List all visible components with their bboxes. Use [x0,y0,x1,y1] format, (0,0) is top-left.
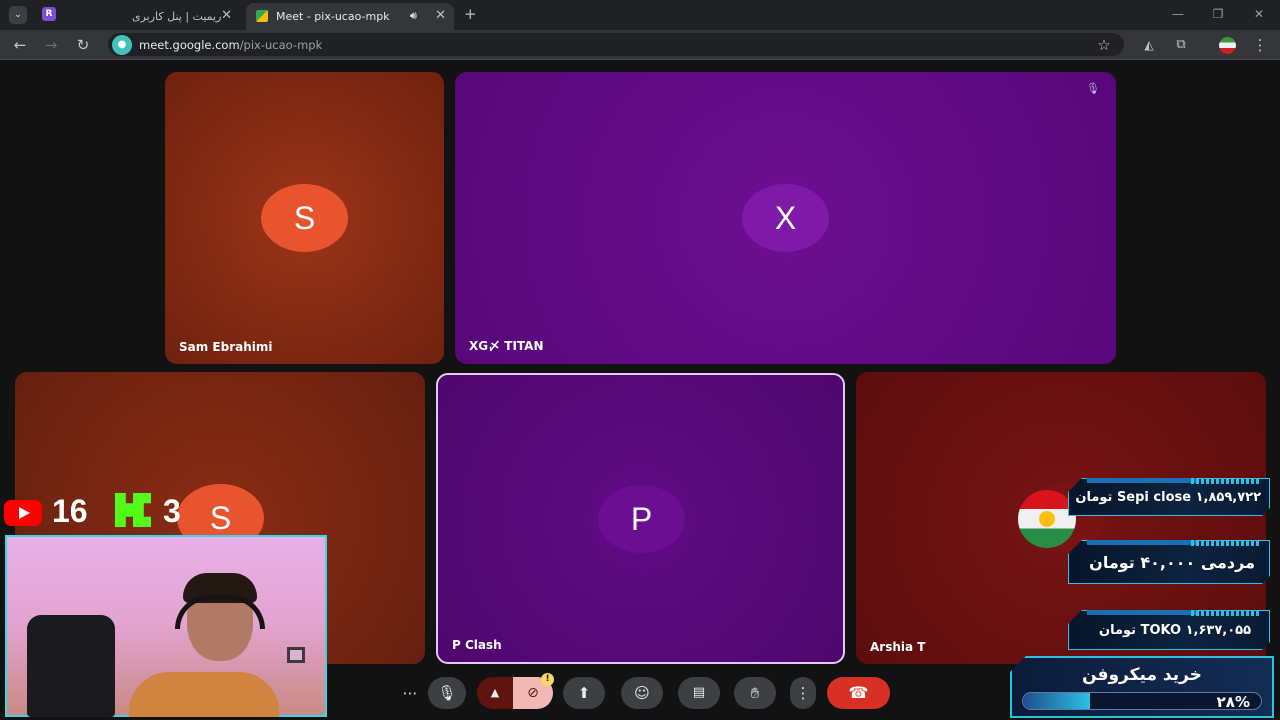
participant-tile-titan[interactable]: 🎙︎ X XG〆 TITAN [455,72,1116,364]
donation-card: TOKO ۱,۶۳۷,۰۵۵ تومان [1068,610,1270,650]
streamer-webcam-frame [5,535,327,717]
tab-title: Meet - pix-ucao-mpk [276,10,390,23]
donation-card: مردمی ۴۰,۰۰۰ تومان [1068,540,1270,584]
camera-options-button[interactable]: ▲ [477,677,513,709]
raise-hand-button[interactable]: ✋︎ [734,677,776,709]
meet-favicon-icon [256,10,268,22]
donation-text: TOKO ۱,۶۳۷,۰۵۵ تومان [1099,623,1251,638]
donation-text: مردمی ۴۰,۰۰۰ تومان [1089,553,1255,572]
tab-remit[interactable]: ریمیت | پنل کاربری ✕ [100,3,240,30]
extensions-puzzle-icon[interactable]: ⧉ [1171,35,1191,55]
leave-call-button[interactable]: ☎︎ [827,677,890,709]
avatar: X [742,184,829,252]
more-options-button[interactable]: ⋮ [790,677,816,709]
back-arrow-icon[interactable]: ← [10,35,30,55]
donation-text: Sepi close ۱,۸۵۹,۷۲۲ تومان [1075,490,1261,505]
reload-icon[interactable]: ↻ [73,35,93,55]
present-screen-button[interactable]: ⬆ [563,677,605,709]
more-dots-button[interactable]: ⋯ [396,677,424,709]
avatar: S [261,184,348,252]
avatar: P [598,485,685,553]
emoji-reaction-button[interactable]: ☺ [621,677,663,709]
participant-tile-sam[interactable]: S Sam Ebrahimi [165,72,444,364]
window-close-icon[interactable]: ✕ [1248,4,1270,24]
url-text: meet.google.com/pix-ucao-mpk [139,38,322,52]
camera-warning-badge: ! [541,673,554,686]
youtube-viewer-count: 16 [52,493,88,529]
site-info-icon[interactable]: ● [112,35,132,55]
speaker-object [27,615,115,717]
goal-percent: ۲۸% [1216,693,1250,711]
new-tab-icon[interactable]: + [464,5,477,23]
donation-goal-panel: خرید میکروفن ۲۸% [1010,656,1274,718]
wall-frame [287,647,305,663]
restore-icon[interactable]: ❐ [1207,4,1229,24]
url-host: meet.google.com [139,38,240,52]
goal-title: خرید میکروفن [1082,665,1202,685]
close-icon[interactable]: ✕ [435,8,446,23]
goal-progress-fill [1023,693,1090,709]
kurdistan-flag [1018,490,1076,548]
extension-icon[interactable]: ◭ [1139,35,1159,55]
participant-name: XG〆 TITAN [469,339,544,353]
participant-name: P Clash [452,638,502,652]
tab-title: ریمیت | پنل کاربری [132,10,222,23]
microphone-button[interactable]: 🎙︎ [428,677,466,709]
minimize-icon[interactable]: — [1167,4,1189,24]
forward-arrow-icon[interactable]: → [41,35,61,55]
remit-favicon-icon[interactable]: R [42,7,56,21]
profile-avatar[interactable] [1219,37,1236,54]
tab-strip: ⌄ R ریمیت | پنل کاربری ✕ Meet - pix-ucao… [0,0,1280,30]
participant-name: Sam Ebrahimi [179,340,273,354]
youtube-icon [4,500,42,526]
donation-card: Sepi close ۱,۸۵۹,۷۲۲ تومان [1068,478,1270,516]
tab-search-button[interactable]: ⌄ [9,6,27,24]
close-icon[interactable]: ✕ [221,8,232,23]
streamer-body [129,672,279,717]
captions-button[interactable]: ▤ [678,677,720,709]
audio-playing-icon[interactable]: 🔊︎ [410,9,417,23]
bookmark-star-icon[interactable]: ☆ [1094,35,1114,55]
participant-tile-p-clash[interactable]: P P Clash [436,373,845,664]
browser-menu-icon[interactable]: ⋮ [1250,35,1270,55]
participant-name: Arshia T [870,640,926,654]
kick-viewer-count: 3 [163,493,181,529]
url-path: /pix-ucao-mpk [239,38,323,52]
tab-meet[interactable]: Meet - pix-ucao-mpk 🔊︎ ✕ [246,3,454,30]
muted-mic-icon: 🎙︎ [1086,82,1100,95]
